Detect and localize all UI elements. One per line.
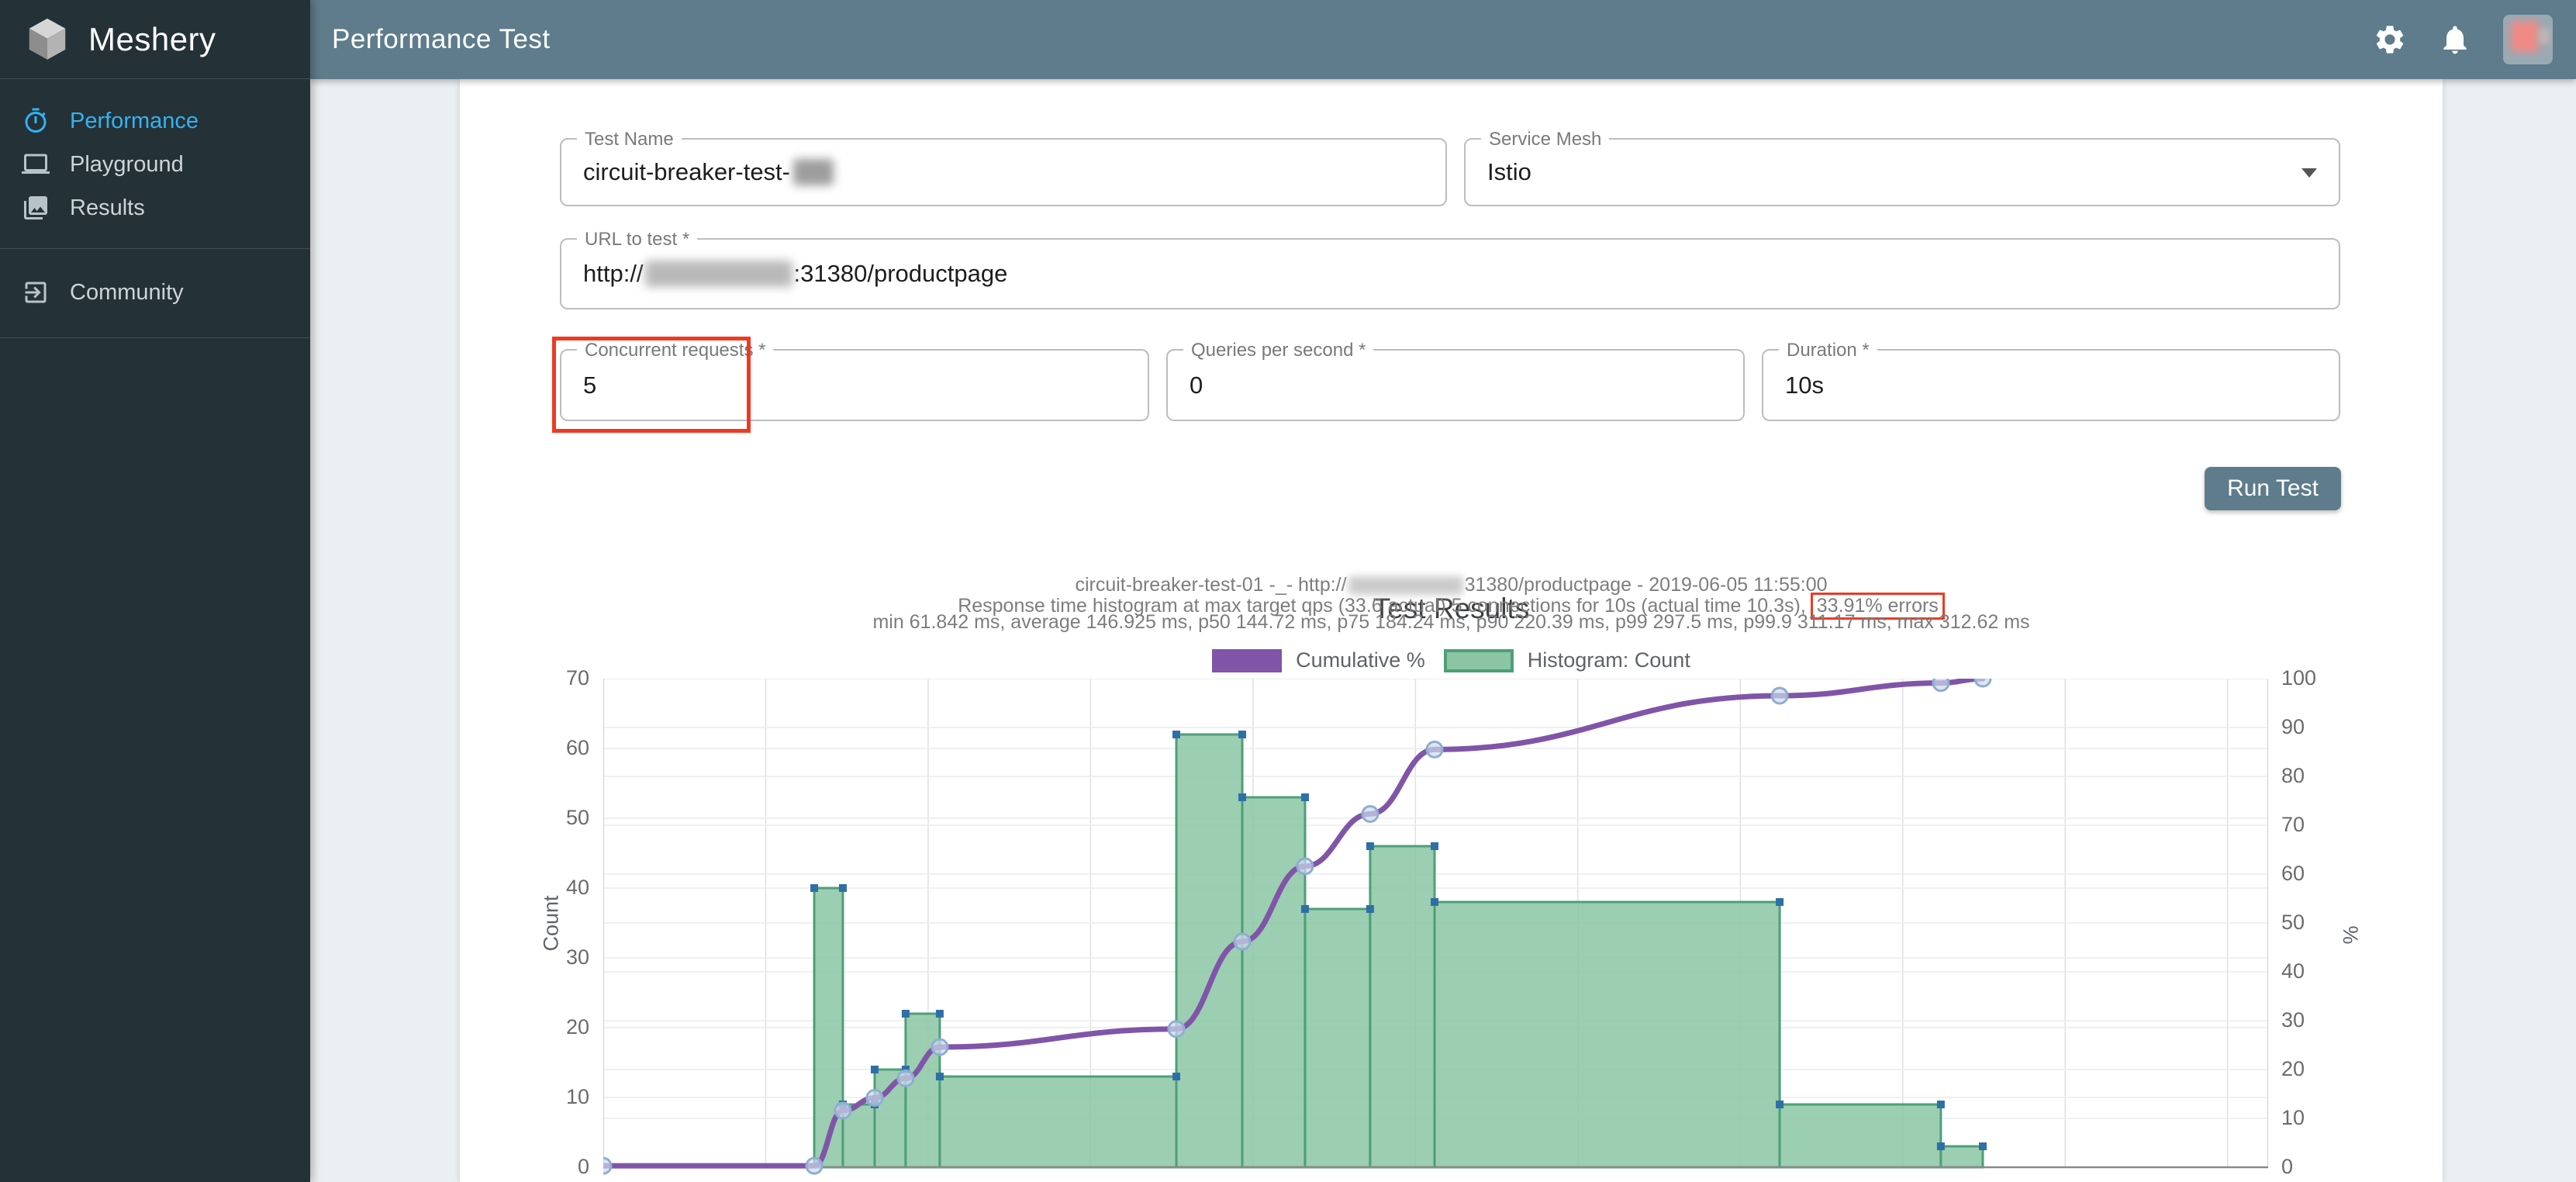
sidebar-divider: [0, 337, 310, 338]
test-name-field[interactable]: Test Name circuit-breaker-test-: [560, 138, 1447, 206]
sidebar-item-label: Results: [70, 195, 145, 221]
y2-axis-tick: 70: [2281, 813, 2359, 837]
y2-axis-tick: 40: [2281, 959, 2359, 983]
header-actions: [2373, 15, 2553, 64]
service-mesh-value: Istio: [1487, 140, 1531, 205]
y-axis-title: Count: [540, 895, 564, 951]
url-value: http://:31380/productpage: [583, 240, 1007, 308]
y2-axis-tick: 90: [2281, 715, 2359, 739]
sidebar-secondary-nav: Community: [0, 249, 310, 337]
bell-icon[interactable]: [2438, 22, 2472, 57]
app-header: Performance Test: [310, 0, 2576, 79]
duration-value: 10s: [1785, 351, 1824, 420]
duration-field[interactable]: Duration * 10s: [1762, 349, 2340, 421]
meshery-app: Performance Test Meshery Performance Pla…: [0, 0, 2576, 1182]
legend-label: Histogram: Count: [1528, 648, 1690, 672]
y2-axis-tick: 20: [2281, 1057, 2359, 1081]
y2-axis-tick: 30: [2281, 1008, 2359, 1032]
user-avatar[interactable]: [2503, 15, 2553, 64]
y2-axis-tick: 100: [2281, 666, 2359, 690]
brand[interactable]: Meshery: [0, 0, 310, 79]
qps-field[interactable]: Queries per second * 0: [1166, 349, 1745, 421]
exit-to-app-icon: [22, 278, 50, 306]
y2-axis-tick: 10: [2281, 1106, 2359, 1130]
y2-axis-tick: 60: [2281, 862, 2359, 886]
qps-value: 0: [1190, 351, 1203, 420]
y-axis-tick: 60: [512, 736, 589, 760]
legend-item-cumulative[interactable]: Cumulative %: [1212, 648, 1425, 672]
legend-item-histogram[interactable]: Histogram: Count: [1444, 648, 1690, 672]
y-axis-tick: 10: [512, 1085, 589, 1109]
sidebar-item-performance[interactable]: Performance: [0, 99, 310, 143]
concurrent-requests-label: Concurrent requests *: [577, 337, 773, 364]
url-field[interactable]: URL to test * http://:31380/productpage: [560, 238, 2340, 309]
sidebar-item-label: Community: [70, 280, 184, 306]
concurrent-requests-field[interactable]: Concurrent requests * 5: [560, 349, 1149, 421]
legend-label: Cumulative %: [1296, 648, 1425, 672]
photo-library-icon: [22, 194, 50, 222]
run-test-button[interactable]: Run Test: [2205, 467, 2341, 510]
concurrent-requests-value: 5: [583, 351, 596, 420]
meshery-logo-icon: [23, 16, 71, 64]
qps-label: Queries per second *: [1183, 337, 1373, 364]
blurred-text: [793, 159, 834, 185]
laptop-icon: [22, 150, 50, 178]
sidebar-nav: Performance Playground Results: [0, 79, 310, 248]
sidebar-item-label: Performance: [70, 109, 199, 134]
y-axis-tick: 50: [512, 806, 589, 830]
gear-icon[interactable]: [2373, 22, 2407, 57]
sidebar-item-playground[interactable]: Playground: [0, 143, 310, 186]
page-title: Performance Test: [332, 24, 551, 55]
y-axis-tick: 70: [512, 666, 589, 690]
service-mesh-select[interactable]: Service Mesh Istio: [1464, 138, 2340, 206]
sidebar-item-label: Playground: [70, 152, 184, 178]
y2-axis-tick: 80: [2281, 764, 2359, 788]
y2-axis-tick: 0: [2281, 1155, 2359, 1179]
chevron-down-icon: [2301, 168, 2317, 178]
brand-name: Meshery: [88, 21, 216, 58]
sidebar: Meshery Performance Playground Results C…: [0, 0, 310, 1182]
histogram-chart: [603, 679, 2268, 1182]
sidebar-item-community[interactable]: Community: [0, 271, 310, 314]
y-axis-tick: 20: [512, 1015, 589, 1039]
sidebar-item-results[interactable]: Results: [0, 186, 310, 230]
blurred-ip: [645, 261, 792, 287]
legend-swatch-purple: [1212, 649, 1282, 672]
legend-swatch-green: [1444, 649, 1514, 672]
y2-axis-title: %: [2339, 925, 2364, 944]
test-name-value: circuit-breaker-test-: [583, 140, 834, 205]
result-summary-line3: min 61.842 ms, average 146.925 ms, p50 1…: [460, 611, 2443, 634]
timer-icon: [22, 107, 50, 135]
y-axis-tick: 0: [512, 1155, 589, 1179]
chart-legend: Cumulative % Histogram: Count: [460, 648, 2443, 672]
